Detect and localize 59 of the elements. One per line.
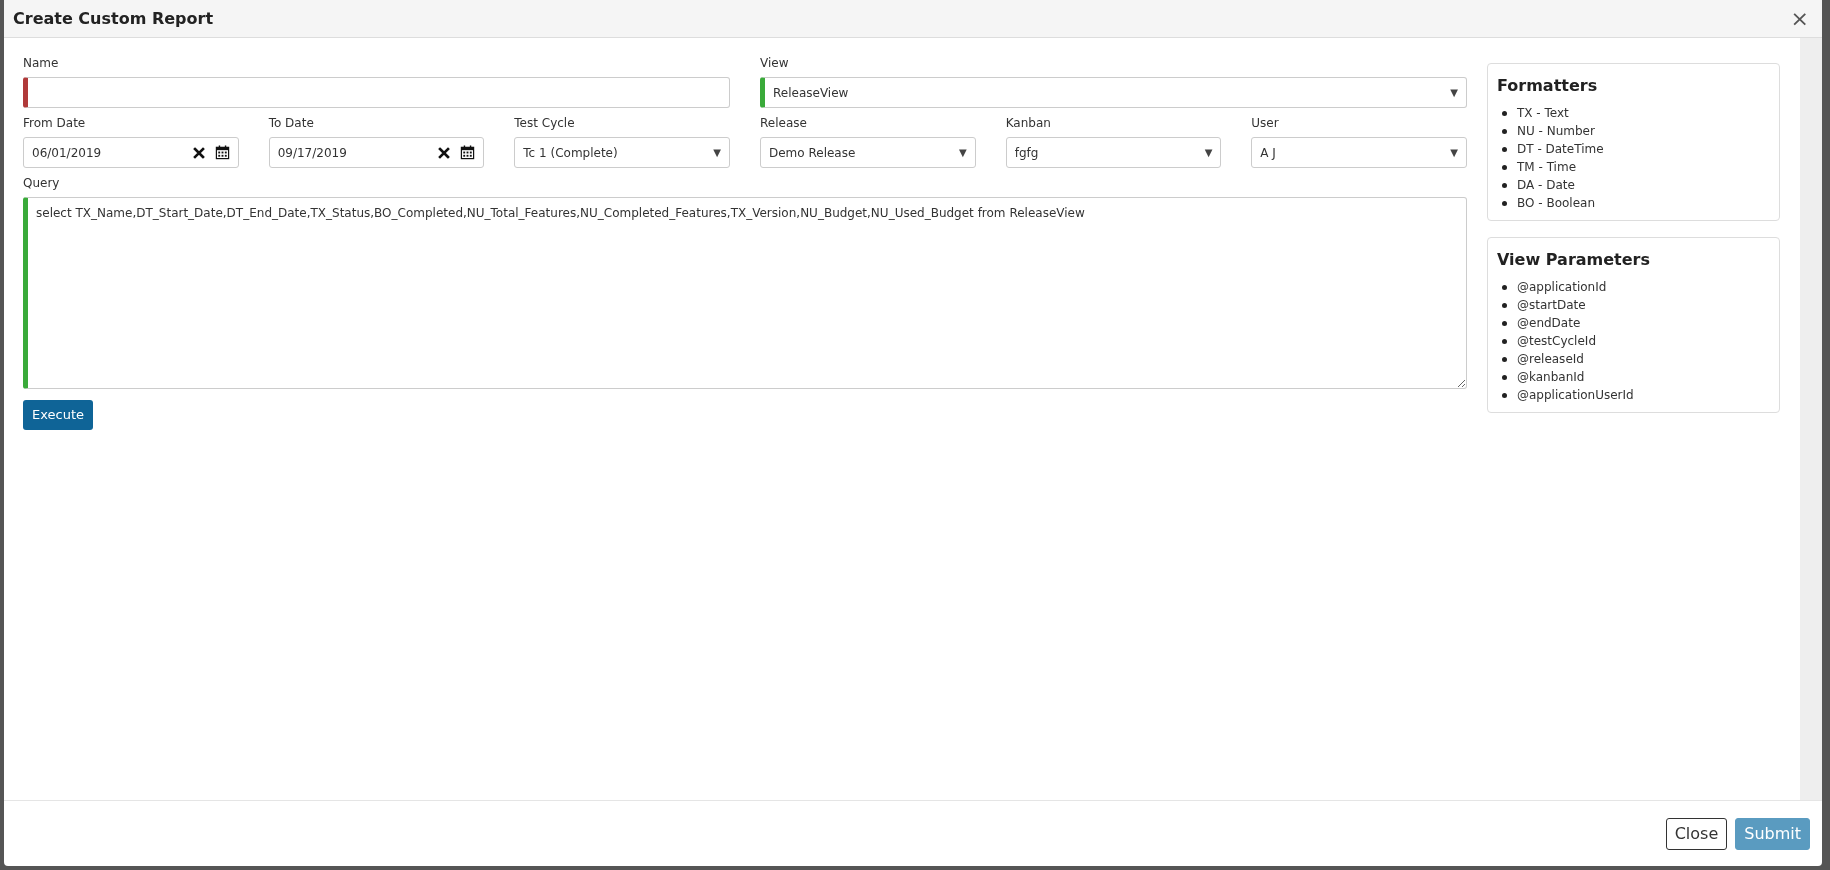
execute-button[interactable]: Execute <box>23 400 93 430</box>
field-label: Kanban <box>1005 115 1052 132</box>
bullet-icon <box>1502 374 1507 380</box>
panel-title: View Parameters <box>1497 249 1651 271</box>
field-label: Query <box>23 175 61 192</box>
list-item: @testCycleId <box>1517 333 1596 350</box>
close-button[interactable]: Close <box>1665 817 1728 850</box>
dropdown-caret: ▼ <box>1204 146 1213 160</box>
clear-icon[interactable] <box>438 146 451 159</box>
bullet-icon <box>1502 128 1507 134</box>
close-button[interactable]: × <box>1786 7 1813 30</box>
date-field[interactable]: 06/01/2019 <box>23 137 239 168</box>
dialog-title: Create Custom Report <box>13 7 214 30</box>
bullet-icon <box>1502 146 1507 152</box>
list-item: @startDate <box>1517 297 1586 314</box>
field-label: Name <box>23 55 60 72</box>
query-textarea[interactable]: select TX_Name,DT_Start_Date,DT_End_Date,TX_Status,BO_Completed,NU_Total_Features,NU_Completed_Features,TX_Version,NU_Budget,NU_Used_Budget from ReleaseView <box>23 197 1467 389</box>
bullet-icon <box>1502 182 1507 188</box>
bullet-icon <box>1502 356 1507 362</box>
panel-title: Formatters <box>1497 75 1599 97</box>
field-label: Release <box>760 115 808 132</box>
dropdown[interactable]: A J ▼ <box>1251 137 1467 168</box>
bullet-icon <box>1502 110 1507 116</box>
list-item: @endDate <box>1517 315 1581 332</box>
list-item: BO - Boolean <box>1517 195 1596 212</box>
bullet-icon <box>1502 284 1507 290</box>
bullet-icon <box>1502 200 1507 206</box>
dropdown[interactable]: fgfg ▼ <box>1005 137 1222 168</box>
bullet-icon <box>1502 338 1507 344</box>
list-item: @applicationUserId <box>1517 387 1634 404</box>
dropdown-caret: ▼ <box>713 146 721 160</box>
list-item: TM - Time <box>1517 159 1576 176</box>
dropdown[interactable]: Tc 1 (Complete) ▼ <box>514 137 730 168</box>
field-label: To Date <box>268 115 315 132</box>
list-item: TX - Text <box>1517 105 1569 122</box>
field-label: Test Cycle <box>514 115 576 132</box>
field-label: User <box>1251 115 1280 132</box>
dropdown[interactable]: Demo Release ▼ <box>760 137 976 168</box>
name-field[interactable] <box>23 77 730 108</box>
dropdown-caret: ▼ <box>958 146 967 160</box>
bullet-icon <box>1502 164 1507 170</box>
bullet-icon <box>1502 320 1507 326</box>
bullet-icon <box>1502 302 1507 308</box>
calendar-icon[interactable] <box>460 145 476 160</box>
list-item: @releaseId <box>1517 351 1584 368</box>
field-label: From Date <box>23 115 87 132</box>
date-field[interactable]: 09/17/2019 <box>268 137 485 168</box>
field-label: View <box>760 55 790 72</box>
clear-icon[interactable] <box>192 146 205 159</box>
list-item: NU - Number <box>1517 123 1595 140</box>
dropdown-caret: ▼ <box>1450 86 1458 100</box>
dropdown-caret: ▼ <box>1450 146 1458 160</box>
list-item: @applicationId <box>1517 279 1607 296</box>
view-dropdown[interactable]: ReleaseView ▼ <box>760 77 1467 108</box>
bullet-icon <box>1502 392 1507 398</box>
list-item: DA - Date <box>1517 177 1575 194</box>
calendar-icon[interactable] <box>214 145 230 160</box>
list-item: @kanbanId <box>1517 369 1585 386</box>
list-item: DT - DateTime <box>1517 141 1604 158</box>
